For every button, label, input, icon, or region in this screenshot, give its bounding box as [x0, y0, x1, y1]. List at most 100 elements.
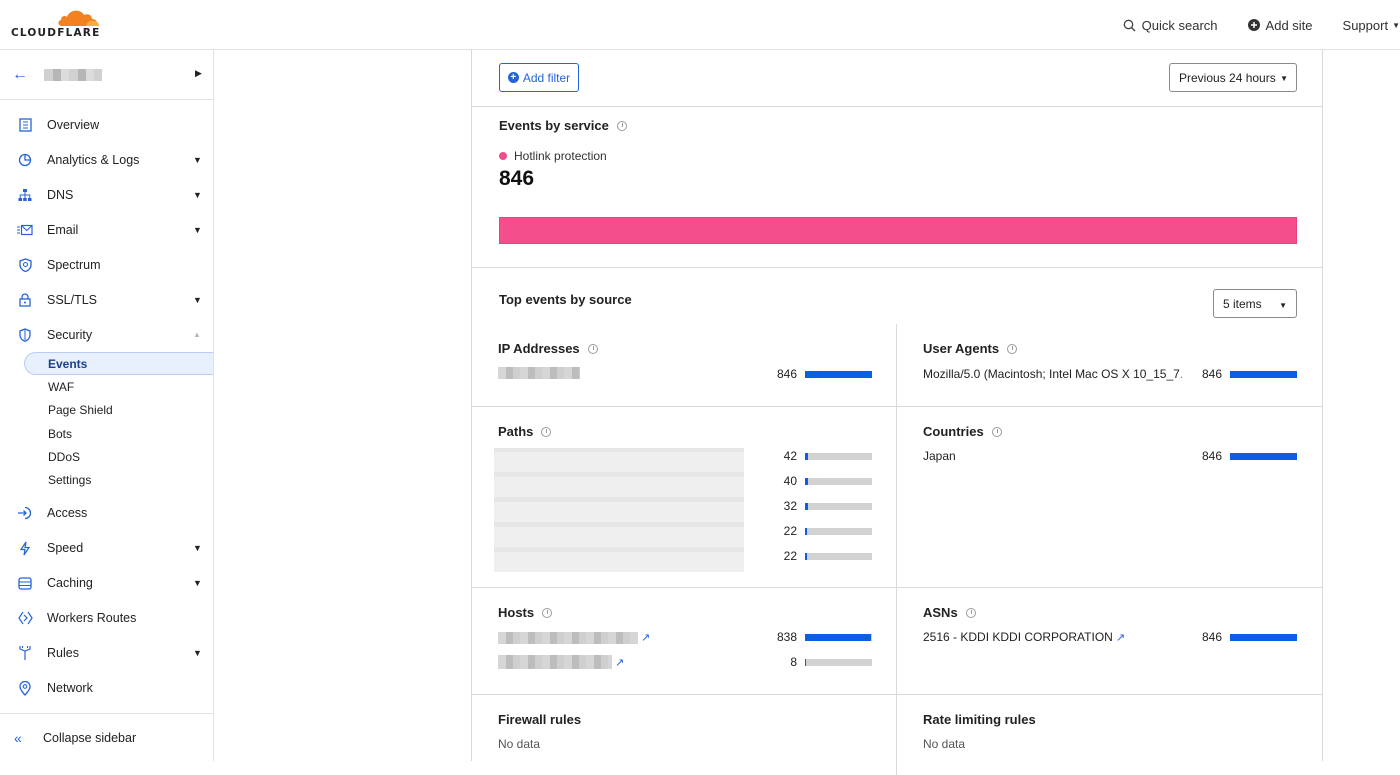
time-range-value: Previous 24 hours [1179, 70, 1276, 85]
add-filter-label: Add filter [522, 70, 571, 85]
countries-card: Countries Japan 846 [897, 407, 1322, 588]
row-value: 22 [783, 549, 797, 563]
sidebar-item-access[interactable]: Access [0, 496, 213, 531]
list-item[interactable]: Mozilla/5.0 (Macintosh; Intel Mac OS X 1… [923, 364, 1297, 384]
list-item[interactable]: Japan 846 [923, 446, 1297, 466]
cloudflare-logo[interactable]: CLOUDFLARE [11, 6, 103, 42]
bar-track [1230, 370, 1297, 378]
support-menu[interactable]: Support ▼ [1343, 18, 1400, 33]
list-item[interactable]: ↗ 8 [498, 652, 872, 672]
row-value: 846 [776, 367, 797, 381]
list-item[interactable]: 22 [498, 521, 872, 541]
card-title: User Agents [923, 341, 1018, 356]
chevron-down-icon: ▼ [193, 543, 202, 554]
external-link-icon[interactable]: ↗ [641, 632, 650, 644]
add-site-button[interactable]: Add site [1247, 18, 1313, 33]
list-item[interactable]: ↗ 838 [498, 627, 872, 647]
clock-icon[interactable] [587, 343, 598, 354]
sidebar-item-overview[interactable]: Overview [0, 107, 213, 142]
clock-icon[interactable] [616, 120, 627, 131]
location-pin-icon [17, 680, 33, 696]
bar-fill [805, 552, 807, 560]
row-value: 846 [1201, 449, 1222, 463]
external-link-icon[interactable]: ↗ [615, 657, 624, 669]
bar-fill [805, 633, 872, 641]
sidebar-item-label: Network [47, 681, 93, 696]
card-title: ASNs [923, 605, 976, 620]
sidebar-subitem-settings[interactable]: Settings [0, 468, 213, 491]
list-item[interactable]: 2516 - KDDI KDDI CORPORATION ↗ 846 [923, 627, 1297, 647]
chevron-down-icon: ▼ [193, 578, 202, 589]
sidebar-item-email[interactable]: Email ▼ [0, 212, 213, 247]
sidebar-item-label: Speed [47, 541, 84, 556]
card-title-text: User Agents [923, 341, 1000, 356]
bar-track [805, 633, 872, 641]
sidebar-subitem-bots[interactable]: Bots [0, 422, 213, 445]
support-label: Support [1342, 17, 1389, 33]
back-arrow-icon[interactable]: ← [12, 66, 28, 84]
bar-fill [805, 452, 809, 460]
sidebar-item-label: Access [47, 506, 88, 521]
row-label: Japan [923, 449, 956, 463]
bar-fill [805, 658, 807, 666]
sidebar-item-ssl-tls[interactable]: SSL/TLS ▼ [0, 282, 213, 317]
time-range-select[interactable]: Previous 24 hours ▼ [1169, 63, 1297, 92]
sidebar-item-workers-routes[interactable]: Workers Routes [0, 601, 213, 636]
clock-icon[interactable] [991, 426, 1002, 437]
chevron-down-icon: ▼ [193, 648, 202, 659]
clock-icon[interactable] [965, 607, 976, 618]
sidebar-item-dns[interactable]: DNS ▼ [0, 177, 213, 212]
service-stacked-bar[interactable] [499, 217, 1297, 244]
sidebar-item-speed[interactable]: Speed ▼ [0, 531, 213, 566]
items-count-value: 5 items [1223, 296, 1262, 311]
list-item[interactable]: 32 [498, 496, 872, 516]
list-item[interactable]: 846 [498, 364, 872, 384]
sidebar-subitem-events[interactable]: Events [24, 352, 213, 376]
search-icon [1123, 19, 1136, 32]
sidebar-item-label: Email [47, 222, 79, 237]
no-data-text: No data [923, 737, 966, 751]
sidebar-item-spectrum[interactable]: Spectrum [0, 247, 213, 282]
list-item[interactable]: 42 [498, 446, 872, 466]
chevron-down-icon: ▼ [193, 154, 202, 165]
card-title-text: Countries [923, 424, 984, 439]
sidebar-subitem-ddos[interactable]: DDoS [0, 445, 213, 468]
bar-track [805, 370, 872, 378]
access-icon [17, 505, 33, 521]
list-item[interactable]: 22 [498, 546, 872, 566]
bar-track [805, 477, 872, 485]
sidebar-subitem-page-shield[interactable]: Page Shield [0, 399, 213, 422]
clock-icon[interactable] [542, 607, 553, 618]
site-selector[interactable]: ← ▶ [0, 50, 213, 100]
sidebar-item-label: Caching [47, 576, 93, 591]
row-label: Mozilla/5.0 (Macintosh; Intel Mac OS X 1… [923, 367, 1182, 381]
cloud-logo-icon [58, 10, 99, 26]
list-item[interactable]: 40 [498, 471, 872, 491]
bar-fill [1230, 633, 1297, 641]
row-value: 42 [783, 449, 797, 463]
add-filter-button[interactable]: + Add filter [499, 63, 579, 92]
sidebar-item-label: Overview [47, 117, 100, 132]
items-count-select[interactable]: 5 items ▼ [1213, 289, 1297, 318]
bar-fill [1230, 452, 1297, 460]
sidebar-item-rules[interactable]: Rules ▼ [0, 636, 213, 671]
clock-icon[interactable] [541, 426, 552, 437]
total-events-value: 846 [499, 167, 535, 190]
quick-search-button[interactable]: Quick search [1123, 18, 1218, 33]
card-title: Firewall rules [498, 712, 581, 727]
collapse-sidebar-button[interactable]: « Collapse sidebar [0, 713, 213, 761]
sidebar-item-label: Analytics & Logs [47, 152, 140, 167]
sidebar-item-network[interactable]: Network [0, 671, 213, 706]
sidebar-item-caching[interactable]: Caching ▼ [0, 566, 213, 601]
external-link-icon[interactable]: ↗ [1116, 632, 1125, 644]
sidebar-subitem-waf[interactable]: WAF [0, 375, 213, 398]
clock-icon[interactable] [1007, 343, 1018, 354]
chevron-down-icon: ▼ [1392, 20, 1400, 30]
sidebar-item-analytics[interactable]: Analytics & Logs ▼ [0, 142, 213, 177]
card-title-text: Rate limiting rules [923, 712, 1036, 727]
bar-fill [805, 527, 807, 535]
chevron-right-icon: ▶ [195, 68, 202, 78]
shield-icon [17, 327, 33, 343]
sidebar-item-security[interactable]: Security ▲ [0, 317, 213, 352]
bar-track [805, 527, 872, 535]
